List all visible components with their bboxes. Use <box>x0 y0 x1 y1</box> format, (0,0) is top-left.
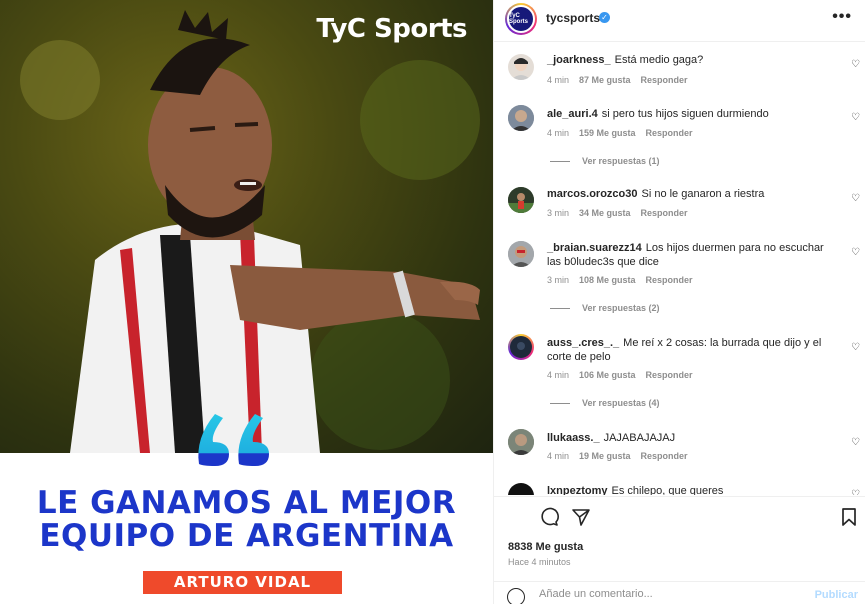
commenter-avatar[interactable] <box>508 241 534 267</box>
avatar-photo <box>508 429 534 455</box>
comment-time: 4 min <box>547 128 570 138</box>
comment-time: 4 min <box>547 370 570 380</box>
player-name-tag: ARTURO VIDAL <box>143 571 342 594</box>
comment-time: 4 min <box>547 75 570 85</box>
post-header: TyC Sports tycsports ✓ ••• <box>494 0 865 42</box>
comment-likes[interactable]: 19 Me gusta <box>579 451 631 461</box>
avatar-photo <box>510 336 532 358</box>
reply-button[interactable]: Responder <box>641 75 688 85</box>
headline-line-1: LE GANAMOS AL MEJOR <box>36 485 457 521</box>
commenter-avatar[interactable] <box>508 187 534 213</box>
comment-text: _joarkness_ Está medio gaga? <box>547 53 837 67</box>
add-comment-bar: Publicar <box>494 581 865 604</box>
post-actions: 8838 Me gusta Hace 4 minutos <box>494 496 865 581</box>
commenter-avatar[interactable] <box>508 483 534 495</box>
comment-likes[interactable]: 106 Me gusta <box>579 370 636 380</box>
comment-time: 3 min <box>547 208 570 218</box>
comment-meta: 3 min 108 Me gusta Responder <box>547 275 703 285</box>
view-replies-label: Ver respuestas (2) <box>582 303 660 313</box>
like-heart-icon[interactable]: ♡ <box>851 59 860 70</box>
comment-body: Si no le ganaron a riestra <box>641 188 765 200</box>
comment-text: auss_.cres_._ Me reí x 2 cosas: la burrad… <box>547 336 837 364</box>
quote-icon <box>198 414 269 466</box>
emoji-icon[interactable] <box>507 588 525 604</box>
reply-button[interactable]: Responder <box>646 370 693 380</box>
comment-likes[interactable]: 34 Me gusta <box>579 208 631 218</box>
reply-button[interactable]: Responder <box>646 128 693 138</box>
verified-badge-icon: ✓ <box>599 12 610 23</box>
avatar-photo <box>511 58 531 80</box>
divider-line <box>550 403 570 405</box>
likes-count[interactable]: 8838 Me gusta <box>508 541 583 553</box>
view-replies-label: Ver respuestas (1) <box>582 156 660 166</box>
comment-icon[interactable] <box>539 507 559 527</box>
comment-username[interactable]: auss_.cres_._ <box>547 337 619 349</box>
tyc-sports-logo: TyC Sports <box>316 14 467 44</box>
view-replies-button[interactable]: Ver respuestas (4) <box>550 398 660 408</box>
profile-avatar[interactable]: TyC Sports <box>505 3 537 35</box>
bookmark-icon[interactable] <box>840 507 858 527</box>
comment-username[interactable]: _joarkness_ <box>547 54 611 66</box>
commenter-avatar[interactable] <box>508 429 534 455</box>
avatar: TyC Sports <box>507 5 535 33</box>
post-timestamp: Hace 4 minutos <box>508 557 571 567</box>
headline-line-2: EQUIPO DE ARGENTINA <box>39 518 454 554</box>
commenter-avatar[interactable] <box>508 54 534 80</box>
comment-username[interactable]: lxnpeztomy <box>547 485 608 495</box>
post-image[interactable]: TyC Sports LE GANAMOS AL MEJOR EQUIPO DE… <box>0 0 493 604</box>
player-photo: TyC Sports <box>0 0 493 453</box>
like-heart-icon[interactable]: ♡ <box>851 489 860 495</box>
profile-username[interactable]: tycsports <box>546 11 600 25</box>
avatar-photo <box>508 241 534 267</box>
view-replies-button[interactable]: Ver respuestas (2) <box>550 303 660 313</box>
comments-list[interactable]: _joarkness_ Está medio gaga? 4 min 87 Me g… <box>494 43 865 495</box>
like-heart-icon[interactable]: ♡ <box>851 342 860 353</box>
avatar-photo <box>508 105 534 131</box>
commenter-avatar[interactable] <box>508 105 534 131</box>
comment-body: Es chilepo, que queres <box>611 485 724 495</box>
view-replies-label: Ver respuestas (4) <box>582 398 660 408</box>
reply-button[interactable]: Responder <box>641 208 688 218</box>
divider-line <box>550 308 570 310</box>
comment-meta: 4 min 159 Me gusta Responder <box>547 128 703 138</box>
like-heart-icon[interactable]: ♡ <box>851 247 860 258</box>
like-heart-icon[interactable]: ♡ <box>851 112 860 123</box>
comment-input[interactable] <box>539 588 799 600</box>
instagram-post-view: TyC Sports LE GANAMOS AL MEJOR EQUIPO DE… <box>0 0 865 604</box>
comment-text: llukaass._ JAJABAJAJAJ <box>547 431 837 445</box>
comment-text: _braian.suarezz14 Los hijos duermen para … <box>547 241 837 269</box>
comment-username[interactable]: llukaass._ <box>547 432 600 444</box>
comment-meta: 4 min 87 Me gusta Responder <box>547 75 698 85</box>
post-comment-button[interactable]: Publicar <box>815 589 858 601</box>
comment-username[interactable]: ale_auri.4 <box>547 108 598 120</box>
comment-text: marcos.orozco30 Si no le ganaron a riestr… <box>547 187 837 201</box>
comment-body: Está medio gaga? <box>614 54 704 66</box>
reply-button[interactable]: Responder <box>646 275 693 285</box>
comment-meta: 4 min 106 Me gusta Responder <box>547 370 703 380</box>
player-illustration <box>20 10 480 453</box>
like-heart-icon[interactable]: ♡ <box>851 437 860 448</box>
comment-meta: 4 min 19 Me gusta Responder <box>547 451 698 461</box>
post-sidebar: TyC Sports tycsports ✓ ••• _joarkness_ Es… <box>493 0 865 604</box>
commenter-avatar[interactable] <box>508 334 534 360</box>
reply-button[interactable]: Responder <box>641 451 688 461</box>
avatar-photo <box>508 187 534 213</box>
comment-likes[interactable]: 108 Me gusta <box>579 275 636 285</box>
more-options-icon[interactable]: ••• <box>832 8 852 26</box>
like-heart-icon[interactable]: ♡ <box>851 193 860 204</box>
comment-username[interactable]: _braian.suarezz14 <box>547 242 642 254</box>
view-replies-button[interactable]: Ver respuestas (1) <box>550 156 660 166</box>
share-icon[interactable] <box>571 507 591 527</box>
comment-likes[interactable]: 159 Me gusta <box>579 128 636 138</box>
comment-time: 4 min <box>547 451 570 461</box>
comment-meta: 3 min 34 Me gusta Responder <box>547 208 698 218</box>
comment-text: lxnpeztomy Es chilepo, que queres <box>547 484 837 495</box>
comment-body: si pero tus hijos siguen durmiendo <box>601 108 769 120</box>
divider-line <box>550 161 570 163</box>
comment-text: ale_auri.4 si pero tus hijos siguen durmi… <box>547 107 837 121</box>
comment-body: JAJABAJAJAJ <box>603 432 676 444</box>
comment-username[interactable]: marcos.orozco30 <box>547 188 637 200</box>
comment-time: 3 min <box>547 275 570 285</box>
comment-likes[interactable]: 87 Me gusta <box>579 75 631 85</box>
